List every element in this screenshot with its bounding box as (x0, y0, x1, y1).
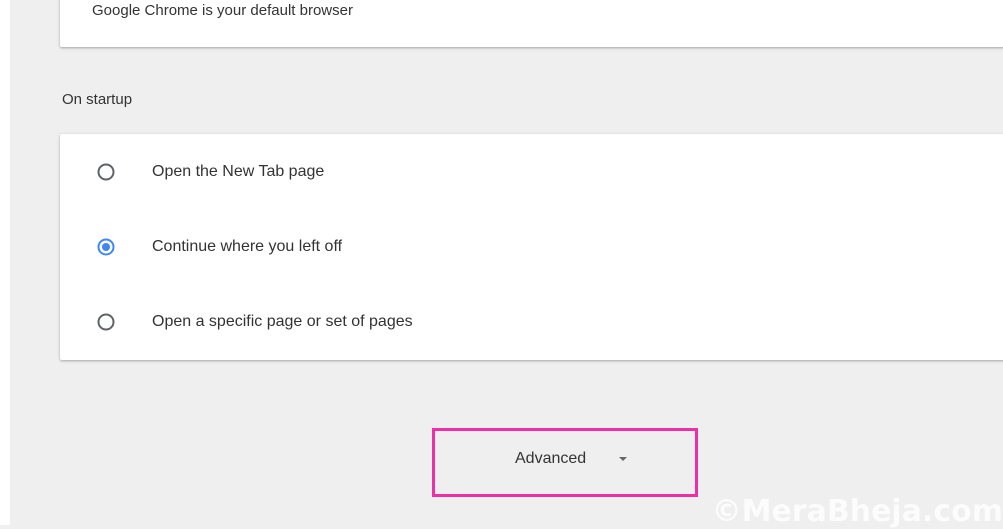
startup-option-continue[interactable]: Continue where you left off (60, 209, 1003, 284)
radio-unchecked-icon[interactable] (96, 312, 116, 332)
caret-down-icon (619, 457, 628, 461)
radio-unchecked-icon[interactable] (96, 162, 116, 182)
advanced-highlight-box: Advanced (432, 428, 698, 497)
default-browser-card: Google Chrome is your default browser (60, 0, 1003, 47)
default-browser-text: Google Chrome is your default browser (92, 2, 353, 19)
startup-option-specific-pages[interactable]: Open a specific page or set of pages (60, 284, 1003, 359)
startup-option-label: Continue where you left off (152, 237, 343, 255)
startup-option-label: Open a specific page or set of pages (152, 312, 413, 330)
startup-option-label: Open the New Tab page (152, 162, 325, 180)
page-edge (0, 0, 10, 525)
on-startup-card: Open the New Tab page Continue where you… (60, 134, 1003, 360)
advanced-label: Advanced (515, 450, 587, 467)
radio-checked-icon[interactable] (96, 237, 116, 257)
advanced-button[interactable]: Advanced (515, 450, 628, 468)
startup-option-new-tab[interactable]: Open the New Tab page (60, 134, 1003, 209)
watermark-text: ©MeraBheja.com (711, 494, 1003, 529)
on-startup-heading: On startup (62, 91, 133, 108)
